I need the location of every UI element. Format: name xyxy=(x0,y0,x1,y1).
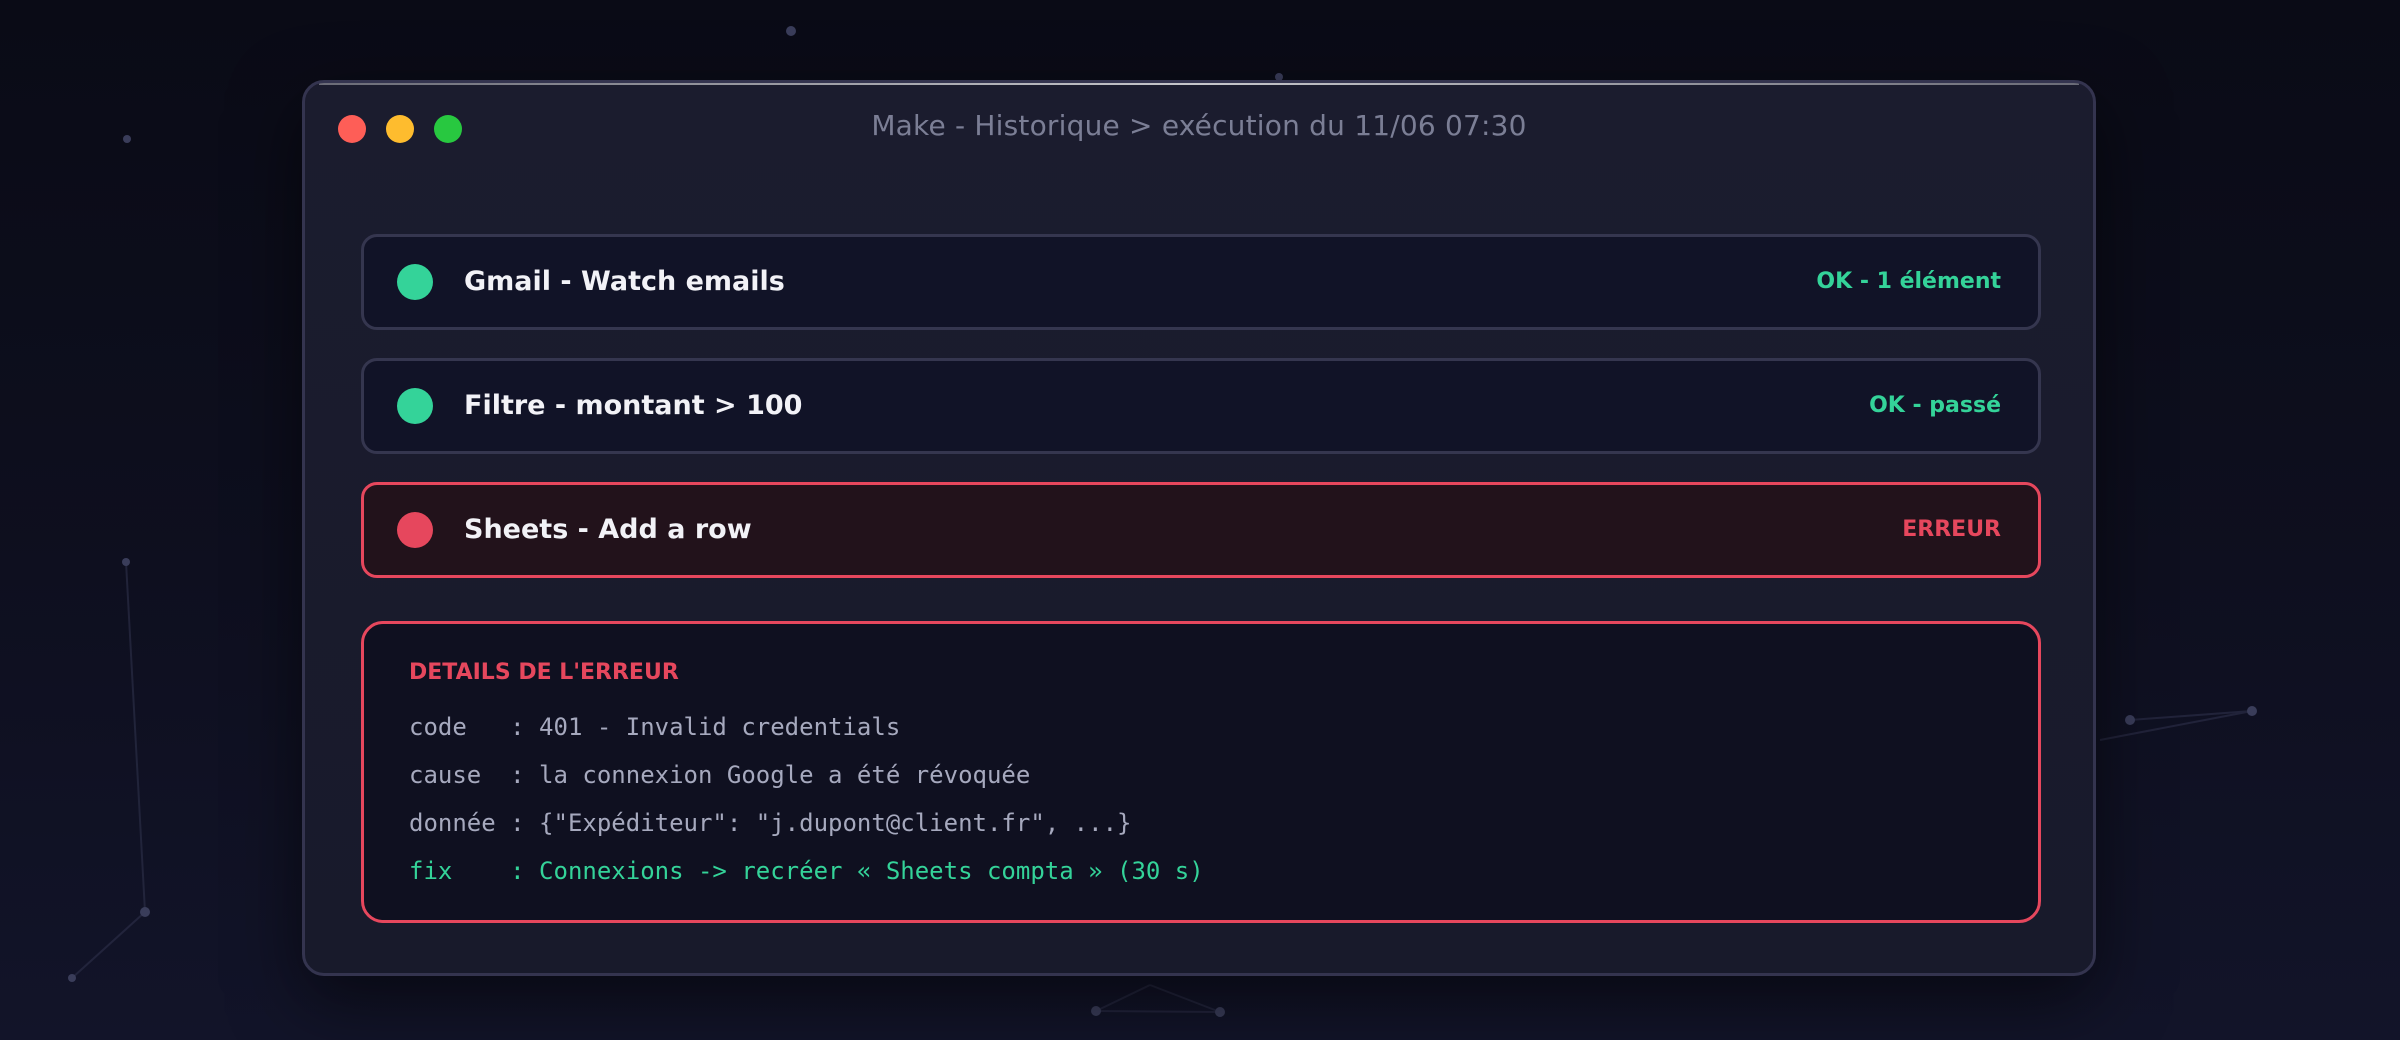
error-details-panel: DETAILS DE L'ERREUR code : 401 - Invalid… xyxy=(361,621,2041,923)
error-details-title: DETAILS DE L'ERREUR xyxy=(409,660,679,685)
error-code-line: code : 401 - Invalid credentials xyxy=(409,713,901,741)
step-gmail-watch-emails[interactable]: Gmail - Watch emails OK - 1 élément xyxy=(361,234,2041,330)
step-status-dot xyxy=(397,264,433,300)
step-status-dot xyxy=(397,512,433,548)
error-cause-line: cause : la connexion Google a été révoqu… xyxy=(409,761,1031,789)
step-status-text: OK - 1 élément xyxy=(1816,269,2001,294)
step-status-text: ERREUR xyxy=(1902,517,2001,542)
error-data-line: donnée : {"Expéditeur": "j.dupont@client… xyxy=(409,809,1132,837)
step-label: Gmail - Watch emails xyxy=(464,266,785,297)
window-title: Make - Historique > exécution du 11/06 0… xyxy=(871,109,1527,142)
step-label: Filtre - montant > 100 xyxy=(464,390,803,421)
step-label: Sheets - Add a row xyxy=(464,514,752,545)
window-top-highlight xyxy=(319,83,2079,85)
step-sheets-add-row[interactable]: Sheets - Add a row ERREUR xyxy=(361,482,2041,578)
execution-history-window: Make - Historique > exécution du 11/06 0… xyxy=(302,80,2096,976)
step-status-text: OK - passé xyxy=(1869,393,2001,418)
step-filtre-montant[interactable]: Filtre - montant > 100 OK - passé xyxy=(361,358,2041,454)
error-fix-line: fix : Connexions -> recréer « Sheets com… xyxy=(409,857,1204,885)
step-status-dot xyxy=(397,388,433,424)
